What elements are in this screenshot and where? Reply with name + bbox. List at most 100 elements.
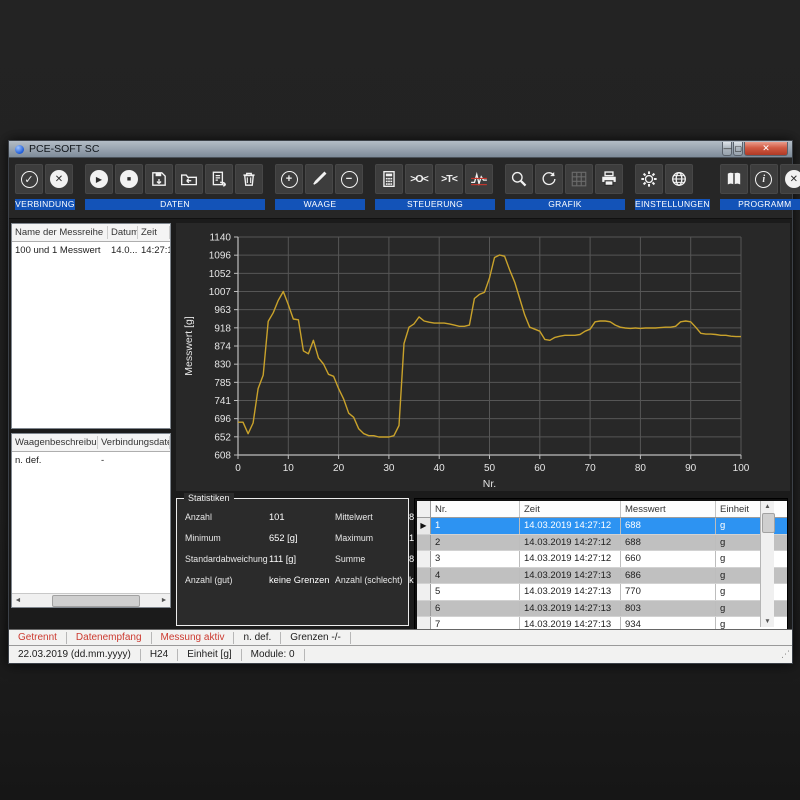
horizontal-scrollbar[interactable]: ◄ ► bbox=[12, 593, 170, 607]
col-waagenbeschreibung[interactable]: Waagenbeschreibung bbox=[12, 436, 98, 449]
delete-icon bbox=[240, 170, 258, 188]
table-header-row: Nr.ZeitMesswertEinheit bbox=[417, 501, 788, 518]
start-button[interactable]: ▶ bbox=[85, 164, 113, 194]
table-row[interactable]: ▶114.03.2019 14:27:12688g bbox=[417, 518, 788, 535]
svg-text:696: 696 bbox=[214, 414, 231, 425]
row-selector[interactable] bbox=[417, 567, 431, 584]
scrollbar-thumb[interactable] bbox=[52, 595, 140, 607]
table-row[interactable]: 714.03.2019 14:27:13934g bbox=[417, 617, 788, 631]
disconnect-button[interactable]: ✕ bbox=[45, 164, 73, 194]
measurement-table[interactable]: Nr.ZeitMesswertEinheit▶114.03.2019 14:27… bbox=[414, 498, 788, 630]
maximize-button[interactable]: ▢ bbox=[733, 142, 743, 156]
export-icon bbox=[210, 170, 228, 188]
print-button[interactable] bbox=[595, 164, 623, 194]
svg-text:918: 918 bbox=[214, 323, 231, 334]
language-button[interactable] bbox=[665, 164, 693, 194]
scale-list-item[interactable]: n. def.- bbox=[12, 452, 170, 468]
refresh-button[interactable] bbox=[535, 164, 563, 194]
table-row[interactable]: 314.03.2019 14:27:12660g bbox=[417, 551, 788, 568]
table-row[interactable]: 514.03.2019 14:27:13770g bbox=[417, 584, 788, 601]
zero-button[interactable]: >O< bbox=[405, 164, 433, 194]
calculator-button[interactable] bbox=[375, 164, 403, 194]
stop-button[interactable]: ■ bbox=[115, 164, 143, 194]
tare-button[interactable]: >T< bbox=[435, 164, 463, 194]
table-row[interactable]: 214.03.2019 14:27:12688g bbox=[417, 534, 788, 551]
exit-button[interactable]: ✕ bbox=[780, 164, 800, 194]
scale-list[interactable]: Waagenbeschreibung Verbindungsdaten n. d… bbox=[11, 433, 171, 608]
chart-svg: 1140109610521007963918874830785741696652… bbox=[176, 223, 790, 491]
row-selector[interactable] bbox=[417, 584, 431, 601]
row-selector[interactable] bbox=[417, 617, 431, 631]
manual-button[interactable] bbox=[720, 164, 748, 194]
scroll-right-icon[interactable]: ► bbox=[158, 595, 170, 606]
zoom-button[interactable] bbox=[505, 164, 533, 194]
resize-grip[interactable]: ⋰ bbox=[781, 649, 790, 660]
status-item: Datenempfang bbox=[67, 632, 152, 644]
vertical-scrollbar[interactable]: ▲ ▼ bbox=[760, 501, 774, 627]
col-datum[interactable]: Datum bbox=[108, 226, 138, 239]
status-item: H24 bbox=[141, 649, 178, 661]
toolbar-group-grafik: GRAFIK bbox=[505, 164, 625, 210]
row-selector[interactable] bbox=[417, 534, 431, 551]
toolbar-group-label: GRAFIK bbox=[505, 199, 625, 210]
table-col-einheit[interactable]: Einheit bbox=[716, 501, 789, 518]
exit-icon: ✕ bbox=[785, 170, 800, 188]
col-name-der-messreihe[interactable]: Name der Messreihe bbox=[12, 226, 108, 239]
svg-text:830: 830 bbox=[214, 360, 231, 371]
edit-button[interactable] bbox=[305, 164, 333, 194]
settings-button[interactable] bbox=[635, 164, 663, 194]
remove-button[interactable]: − bbox=[335, 164, 363, 194]
add-button[interactable]: + bbox=[275, 164, 303, 194]
row-selector[interactable] bbox=[417, 551, 431, 568]
save-button[interactable] bbox=[145, 164, 173, 194]
series-list[interactable]: Name der Messreihe Datum Zeit 100 und 1 … bbox=[11, 223, 171, 429]
row-selector[interactable] bbox=[417, 600, 431, 617]
table-row[interactable]: 414.03.2019 14:27:13686g bbox=[417, 567, 788, 584]
scrollbar-thumb[interactable] bbox=[762, 513, 775, 533]
print-icon bbox=[600, 170, 618, 188]
close-button[interactable]: ✕ bbox=[744, 142, 788, 156]
table-col-zeit[interactable]: Zeit bbox=[520, 501, 621, 518]
table-col-messwert[interactable]: Messwert bbox=[621, 501, 716, 518]
statistics-title: Statistiken bbox=[184, 493, 234, 503]
stat-value: 652 [g] bbox=[269, 533, 335, 543]
scroll-up-icon[interactable]: ▲ bbox=[761, 501, 774, 512]
stat-value: 111 [g] bbox=[269, 554, 335, 564]
table-col-nr[interactable]: Nr. bbox=[431, 501, 520, 518]
col-verbindungsdaten[interactable]: Verbindungsdaten bbox=[98, 436, 170, 449]
export-button[interactable] bbox=[205, 164, 233, 194]
status-item: Grenzen -/- bbox=[281, 632, 351, 644]
toolbar-group-label: PROGRAMM bbox=[720, 199, 800, 210]
statistics-panel: Statistiken Anzahl101Mittelwert881 [g]Mi… bbox=[176, 498, 409, 626]
zoom-icon bbox=[510, 170, 528, 188]
svg-text:785: 785 bbox=[214, 378, 231, 389]
stop-icon: ■ bbox=[120, 170, 138, 188]
col-zeit[interactable]: Zeit bbox=[138, 226, 170, 239]
title-bar[interactable]: PCE-SOFT SC —▢✕ bbox=[9, 141, 792, 158]
save-icon bbox=[150, 170, 168, 188]
svg-text:874: 874 bbox=[214, 342, 231, 353]
start-icon: ▶ bbox=[90, 170, 108, 188]
y-axis-label: Messwert [g] bbox=[183, 316, 195, 376]
svg-text:50: 50 bbox=[484, 463, 496, 474]
toolbar: ✓✕VERBINDUNG▶■DATEN+−WAAGE>O<>T<STEUERUN… bbox=[9, 158, 792, 219]
manual-icon bbox=[725, 170, 743, 188]
status-item: n. def. bbox=[234, 632, 281, 644]
info-button[interactable]: i bbox=[750, 164, 778, 194]
svg-text:30: 30 bbox=[383, 463, 395, 474]
import-button[interactable] bbox=[175, 164, 203, 194]
statistics-grid: Anzahl101Mittelwert881 [g]Minimum652 [g]… bbox=[177, 499, 408, 589]
series-list-item[interactable]: 100 und 1 Messwert14.0...14:27:10 bbox=[12, 242, 170, 258]
table-row[interactable]: 614.03.2019 14:27:13803g bbox=[417, 600, 788, 617]
toolbar-group-programm: i ✕ PROGRAMM bbox=[720, 164, 800, 210]
scroll-down-icon[interactable]: ▼ bbox=[761, 616, 774, 627]
signal-button[interactable] bbox=[465, 164, 493, 194]
row-selector[interactable]: ▶ bbox=[417, 518, 431, 535]
scroll-left-icon[interactable]: ◄ bbox=[12, 595, 24, 606]
grid-button[interactable] bbox=[565, 164, 593, 194]
stat-value: 101 bbox=[269, 512, 335, 522]
svg-text:1096: 1096 bbox=[209, 251, 232, 262]
connect-button[interactable]: ✓ bbox=[15, 164, 43, 194]
delete-button[interactable] bbox=[235, 164, 263, 194]
minimize-button[interactable]: — bbox=[722, 142, 732, 156]
